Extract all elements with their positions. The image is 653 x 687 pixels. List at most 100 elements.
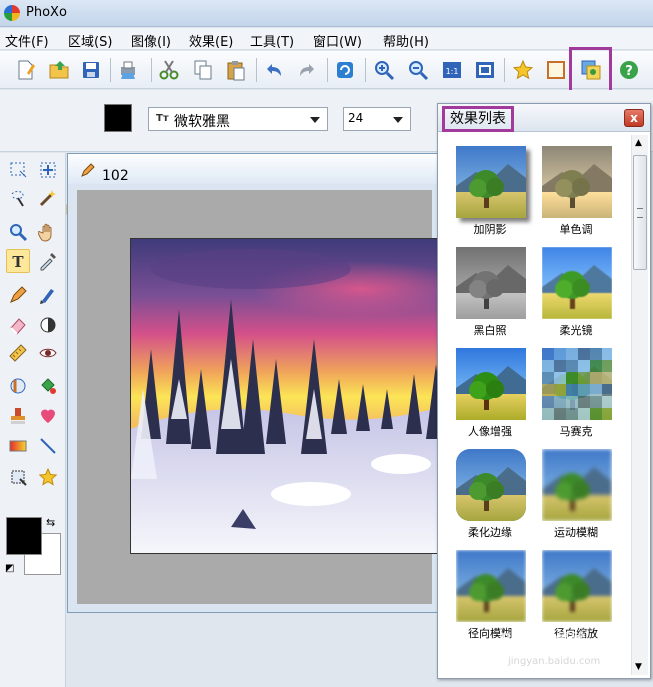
line-icon[interactable] <box>36 434 60 458</box>
effect-thumbnail <box>456 348 526 420</box>
scroll-up-icon[interactable]: ▲ <box>635 138 642 148</box>
font-type-icon: Tт <box>156 113 169 124</box>
fit-window-icon[interactable] <box>472 57 498 83</box>
effect-item[interactable]: 运动模糊 <box>534 449 618 548</box>
magic-wand-icon[interactable] <box>36 186 60 210</box>
pencil-icon <box>81 163 95 177</box>
font-name-select[interactable]: Tт 微软雅黑 <box>148 107 328 131</box>
reset-colors-icon[interactable]: ◩ <box>5 563 14 574</box>
shape-star-icon[interactable] <box>36 465 60 489</box>
effect-label: 马赛克 <box>559 425 593 438</box>
canvas-area[interactable] <box>77 190 450 604</box>
zoom-icon[interactable] <box>6 220 30 244</box>
effect-thumbnail <box>542 550 612 622</box>
effect-item[interactable]: 柔化边缘 <box>448 449 532 548</box>
help-icon[interactable]: ? <box>616 57 642 83</box>
effect-item[interactable]: 柔光镜 <box>534 247 618 346</box>
new-file-icon[interactable] <box>12 57 38 83</box>
effect-thumbnail <box>456 449 526 521</box>
brush-icon[interactable] <box>36 283 60 307</box>
rect-select-icon[interactable] <box>6 158 30 182</box>
cut-icon[interactable] <box>156 57 182 83</box>
zoom-in-icon[interactable] <box>371 57 397 83</box>
stamp-icon[interactable] <box>6 404 30 428</box>
effect-thumbnail <box>456 247 526 319</box>
swap-colors-icon[interactable]: ⇆ <box>46 516 55 529</box>
menu-region[interactable]: 区域(S) <box>68 31 112 50</box>
canvas-image[interactable] <box>130 238 450 554</box>
effects-button-highlight <box>569 47 612 93</box>
effect-thumbnail <box>542 449 612 521</box>
svg-text:?: ? <box>625 64 633 79</box>
lasso-icon[interactable] <box>6 186 30 210</box>
menu-help[interactable]: 帮助(H) <box>383 31 429 50</box>
frame-icon[interactable] <box>543 57 569 83</box>
main-toolbar: 1:1 ? <box>0 51 653 89</box>
move-icon[interactable] <box>36 158 60 182</box>
gradient-icon[interactable] <box>6 434 30 458</box>
star-icon[interactable] <box>510 57 536 83</box>
menu-window[interactable]: 窗口(W) <box>313 31 362 50</box>
svg-text:1:1: 1:1 <box>446 67 459 76</box>
effects-panel: 效果列表 x 加阴影 单色调 黑白照 柔光镜 人像增强 马赛克 柔化边缘 运动模糊 径向模糊 径向… <box>437 103 651 679</box>
text-icon[interactable]: T <box>6 249 30 273</box>
contrast-icon[interactable] <box>36 313 60 337</box>
heal-icon[interactable] <box>36 404 60 428</box>
save-icon[interactable] <box>78 57 104 83</box>
font-size-value: 24 <box>348 111 364 125</box>
watermark-url: jingyan.baidu.com <box>508 656 601 667</box>
effect-item[interactable]: 加阴影 <box>448 146 532 245</box>
close-icon[interactable]: x <box>624 109 644 127</box>
eraser-icon[interactable] <box>6 313 30 337</box>
menu-effects[interactable]: 效果(E) <box>189 31 233 50</box>
effect-label: 黑白照 <box>473 324 507 337</box>
eyedropper-icon[interactable] <box>36 249 60 273</box>
open-folder-icon[interactable] <box>46 57 72 83</box>
refresh-icon[interactable] <box>332 57 358 83</box>
effect-label: 运动模糊 <box>554 526 598 539</box>
copy-icon[interactable] <box>190 57 216 83</box>
fill-icon[interactable] <box>36 374 60 398</box>
ruler-icon[interactable] <box>6 341 30 365</box>
text-color-swatch[interactable] <box>104 104 132 132</box>
effect-label: 人像增强 <box>468 425 512 438</box>
redo-icon[interactable] <box>294 57 320 83</box>
effect-item[interactable]: 马赛克 <box>534 348 618 447</box>
transform-icon[interactable] <box>6 465 30 489</box>
window-title: PhoXo <box>26 5 67 20</box>
hand-icon[interactable] <box>36 220 60 244</box>
scrollbar[interactable]: ▲ ▼ <box>631 135 648 675</box>
tool-palette: T <box>0 153 66 687</box>
clone-icon[interactable] <box>6 374 30 398</box>
effect-item[interactable]: 人像增强 <box>448 348 532 447</box>
pen-icon[interactable] <box>6 283 30 307</box>
zoom-out-icon[interactable] <box>405 57 431 83</box>
document-name: 102 <box>102 168 129 184</box>
menu-bar: 文件(F) 区域(S) 图像(I) 效果(E) 工具(T) 窗口(W) 帮助(H… <box>0 28 653 50</box>
svg-text:T: T <box>12 253 24 271</box>
effect-label: 柔化边缘 <box>468 526 512 539</box>
watermark-logo: Baidu 经验 <box>500 630 584 648</box>
app-logo-icon <box>4 5 20 21</box>
foreground-color-swatch[interactable] <box>6 517 42 555</box>
document-title-bar: 102 <box>68 154 439 184</box>
effect-item[interactable]: 单色调 <box>534 146 618 245</box>
effect-item[interactable]: 黑白照 <box>448 247 532 346</box>
effect-thumbnail <box>542 348 612 420</box>
menu-file[interactable]: 文件(F) <box>5 31 49 50</box>
paste-icon[interactable] <box>223 57 249 83</box>
scroll-thumb[interactable] <box>633 155 647 270</box>
effect-label: 加阴影 <box>473 223 507 236</box>
effect-label: 单色调 <box>559 223 593 236</box>
undo-icon[interactable] <box>261 57 287 83</box>
effect-thumbnail <box>456 550 526 622</box>
scroll-down-icon[interactable]: ▼ <box>635 662 642 672</box>
menu-tools[interactable]: 工具(T) <box>250 31 294 50</box>
eye-icon[interactable] <box>36 341 60 365</box>
menu-image[interactable]: 图像(I) <box>131 31 171 50</box>
effect-label: 柔光镜 <box>559 324 593 337</box>
actual-size-icon[interactable]: 1:1 <box>439 57 465 83</box>
font-size-select[interactable]: 24 <box>343 107 411 131</box>
effect-thumbnail <box>542 247 612 319</box>
print-icon[interactable] <box>115 57 141 83</box>
